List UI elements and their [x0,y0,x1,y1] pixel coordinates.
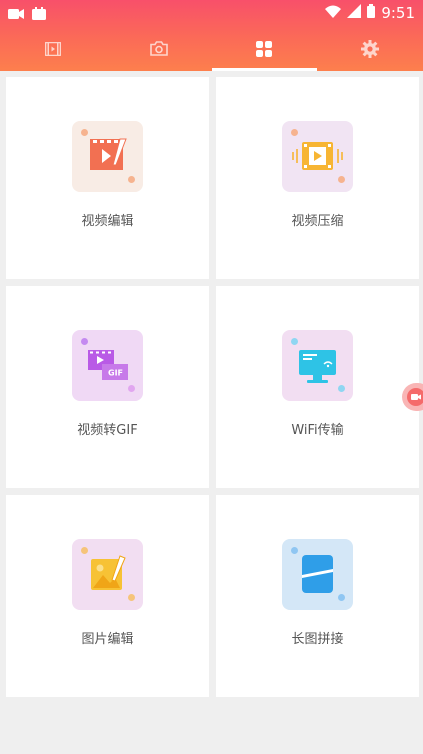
status-clock: 9:51 [381,3,415,22]
svg-text:GIF: GIF [108,369,123,378]
tool-card-image-edit[interactable]: 图片编辑 [6,495,209,697]
camera-icon [149,41,168,60]
tab-video[interactable] [0,30,106,71]
tool-label: 视频压缩 [291,214,344,229]
image-edit-icon [72,539,143,610]
tool-card-wifi-transfer[interactable]: WiFi传输 [216,286,419,488]
tab-camera[interactable] [106,30,212,71]
video-icon [44,41,62,60]
signal-icon [347,3,362,22]
tool-label: 视频编辑 [81,214,134,229]
long-image-stitch-icon [282,539,353,610]
wifi-icon [325,3,342,22]
wifi-transfer-icon [282,330,353,401]
video-camera-icon [8,5,24,24]
record-icon [407,388,423,406]
tab-tools[interactable] [211,30,318,71]
floating-record-button[interactable] [402,383,423,411]
tool-label: 视频转GIF [77,423,138,438]
gear-icon [361,39,380,62]
tool-card-video-compress[interactable]: 视频压缩 [216,77,419,279]
video-to-gif-icon: GIF [72,330,143,401]
tool-label: 长图拼接 [291,632,344,647]
status-bar: 9:51 [0,0,423,24]
tool-card-video-edit[interactable]: 视频编辑 [6,77,209,279]
tool-card-long-image-stitch[interactable]: 长图拼接 [216,495,419,697]
battery-icon [367,3,376,22]
tool-label: WiFi传输 [291,423,344,438]
tab-bar [0,30,423,71]
video-edit-icon [72,121,143,192]
calendar-icon [32,5,46,24]
video-compress-icon [282,121,353,192]
tool-card-video-to-gif[interactable]: GIF 视频转GIF [6,286,209,488]
tab-settings[interactable] [317,30,423,71]
app-header: 9:51 [0,0,423,71]
grid-icon [256,40,273,61]
tool-label: 图片编辑 [81,632,134,647]
